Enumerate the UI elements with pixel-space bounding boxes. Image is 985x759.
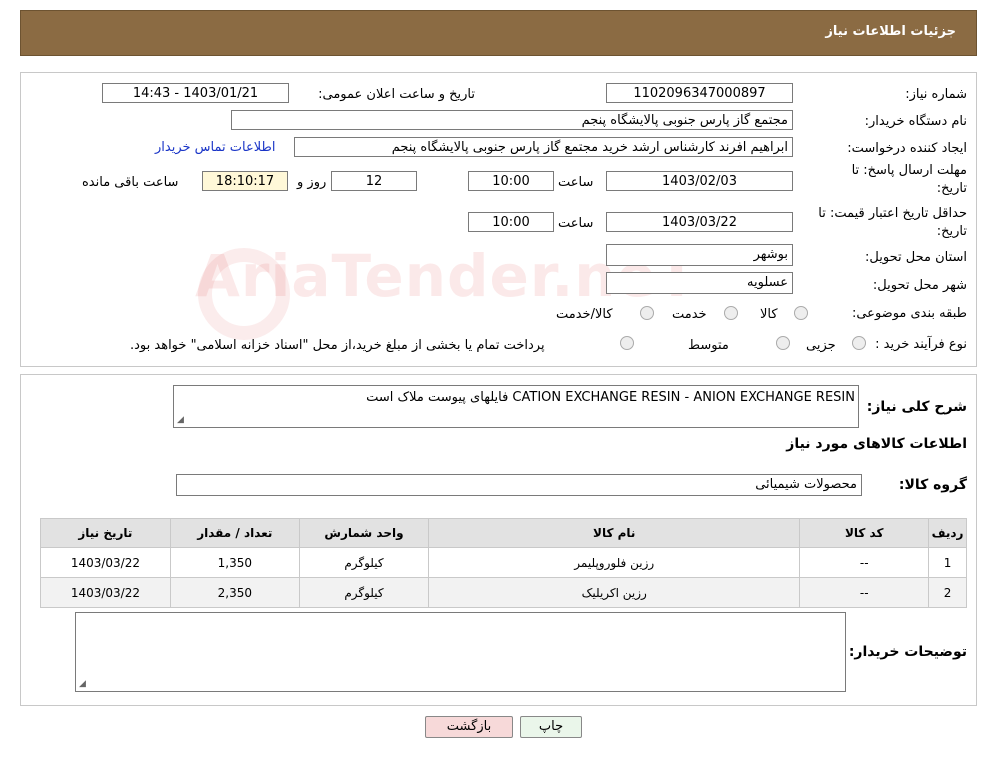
cell-name: رزین فلوروپلیمر [428,547,801,578]
cell-row: 2 [928,577,967,608]
process-note: پرداخت تمام یا بخشی از مبلغ خرید،از محل … [130,338,545,353]
cell-unit: کیلوگرم [298,577,430,608]
process-radio-small[interactable] [852,336,866,350]
table-header-row: ردیف کد کالا نام کالا واحد شمارش تعداد /… [40,518,967,548]
page-title: جزئیات اطلاعات نیاز [825,24,956,39]
col-name-header: نام کالا [428,518,801,548]
validity-date-field: 1403/03/22 [606,212,793,232]
print-button[interactable]: چاپ [520,716,582,738]
creator-label: ایجاد کننده درخواست: [847,141,967,156]
buyer-org-label: نام دستگاه خریدار: [864,114,967,129]
cell-name: رزین اکریلیک [428,577,801,608]
goods-group-field: محصولات شیمیائی [176,474,862,496]
announce-label: تاریخ و ساعت اعلان عمومی: [318,87,475,102]
goods-group-label: گروه کالا: [898,477,967,493]
remaining-label: ساعت باقی مانده [82,175,179,190]
cell-qty: 1,350 [169,547,300,578]
col-date-header: تاریخ نیاز [40,518,171,548]
table-row: 2 -- رزین اکریلیک کیلوگرم 2,350 1403/03/… [40,577,967,608]
col-qty-header: تعداد / مقدار [169,518,300,548]
city-field: عسلویه [606,272,793,294]
back-button[interactable]: بازگشت [425,716,513,738]
category-option-goods-service: کالا/خدمت [556,307,613,322]
province-field: بوشهر [606,244,793,266]
goods-info-title: اطلاعات کالاهای مورد نیاز [786,436,967,452]
description-label: شرح کلی نیاز: [866,399,967,415]
buyer-notes-label: توضیحات خریدار: [848,644,967,660]
cell-date: 1403/03/22 [40,547,171,578]
cell-qty: 2,350 [169,577,300,608]
page-header: جزئیات اطلاعات نیاز [20,10,977,56]
category-radio-goods-service[interactable] [640,306,654,320]
category-option-service: خدمت [672,307,707,322]
process-radio-medium[interactable] [776,336,790,350]
deadline-label: مهلت ارسال پاسخ: تا [851,163,967,178]
cell-code: -- [799,577,930,608]
description-textarea[interactable]: CATION EXCHANGE RESIN - ANION EXCHANGE R… [173,385,859,428]
cell-unit: کیلوگرم [298,547,430,578]
process-radio-treasury[interactable] [620,336,634,350]
province-label: استان محل تحویل: [865,250,967,265]
category-option-goods: کالا [760,307,778,322]
validity-time-label: ساعت [558,216,594,231]
buyer-org-field: مجتمع گاز پارس جنوبی پالایشگاه پنجم [231,110,793,130]
need-number-label: شماره نیاز: [905,87,967,102]
col-code-header: کد کالا [799,518,930,548]
category-label: طبقه بندی موضوعی: [851,306,967,321]
cell-code: -- [799,547,930,578]
validity-time-field: 10:00 [468,212,554,232]
deadline-label-date: تاریخ: [936,181,967,196]
need-number-field: 1102096347000897 [606,83,793,103]
description-text: CATION EXCHANGE RESIN - ANION EXCHANGE R… [366,390,855,405]
creator-field: ابراهیم افرند کارشناس ارشد خرید مجتمع گا… [294,137,793,157]
resize-handle-icon[interactable]: ◢ [79,679,86,689]
deadline-time-field: 10:00 [468,171,554,191]
category-radio-service[interactable] [724,306,738,320]
process-option-medium: متوسط [688,338,729,353]
table-row: 1 -- رزین فلوروپلیمر کیلوگرم 1,350 1403/… [40,547,967,578]
resize-handle-icon[interactable]: ◢ [177,415,184,425]
days-field: 12 [331,171,417,191]
goods-table: ردیف کد کالا نام کالا واحد شمارش تعداد /… [40,518,967,608]
validity-label-date: تاریخ: [936,224,967,239]
city-label: شهر محل تحویل: [872,278,967,293]
buyer-notes-textarea[interactable]: ◢ [75,612,846,692]
process-label: نوع فرآیند خرید : [875,337,967,352]
cell-row: 1 [928,547,967,578]
category-radio-goods[interactable] [794,306,808,320]
validity-label: حداقل تاریخ اعتبار قیمت: تا [818,206,967,221]
deadline-time-label: ساعت [558,175,594,190]
cell-date: 1403/03/22 [40,577,171,608]
remaining-time-field: 18:10:17 [202,171,288,191]
days-label: روز و [297,175,327,190]
col-row-header: ردیف [928,518,967,548]
col-unit-header: واحد شمارش [298,518,430,548]
deadline-date-field: 1403/02/03 [606,171,793,191]
process-option-small: جزیی [806,338,836,353]
buyer-contact-link[interactable]: اطلاعات تماس خریدار [155,140,275,155]
announce-field: 1403/01/21 - 14:43 [102,83,289,103]
